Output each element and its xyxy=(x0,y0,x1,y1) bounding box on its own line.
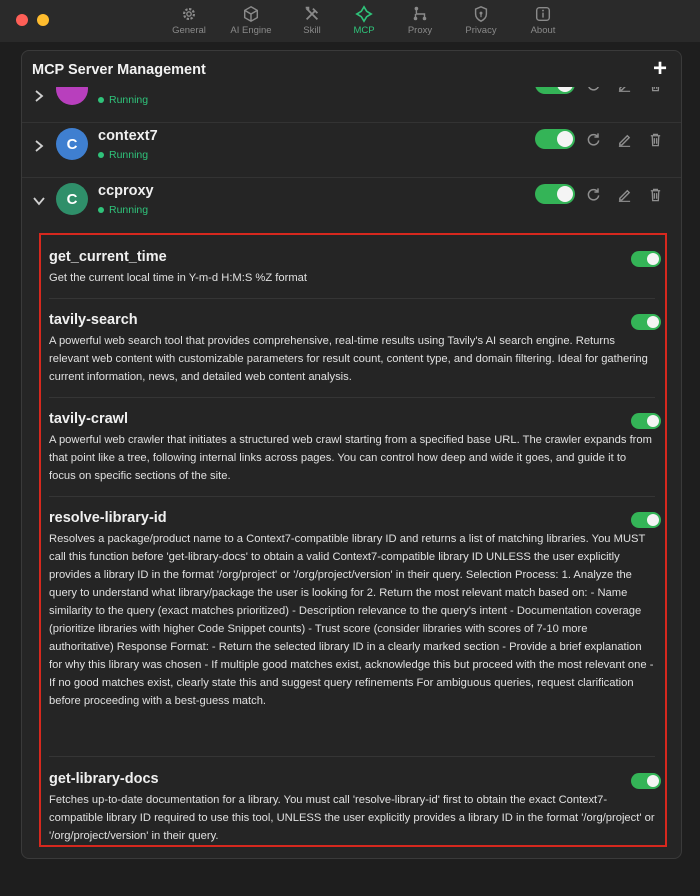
tool-name: tavily-crawl xyxy=(49,411,128,427)
edit-icon[interactable] xyxy=(617,87,632,92)
tab-label: Proxy xyxy=(407,25,433,36)
tab-skill[interactable]: Skill xyxy=(286,5,338,36)
tool-name: get-library-docs xyxy=(49,771,159,787)
tool-description: Resolves a package/product name to a Con… xyxy=(49,533,654,707)
status-dot xyxy=(98,152,104,158)
server-row[interactable]: C context7 Running xyxy=(22,122,681,178)
edit-icon[interactable] xyxy=(617,187,632,202)
restart-icon[interactable] xyxy=(586,132,601,147)
tab-label: About xyxy=(530,25,556,36)
info-icon xyxy=(535,6,551,22)
settings-tabs: General AI Engine Skill MCP Proxy Privac… xyxy=(162,5,574,36)
tools-icon xyxy=(305,6,319,21)
tool-enable-toggle[interactable] xyxy=(631,251,661,267)
status-dot xyxy=(98,97,104,103)
trash-icon[interactable] xyxy=(648,132,663,147)
shield-icon xyxy=(474,6,488,23)
title-bar: General AI Engine Skill MCP Proxy Privac… xyxy=(0,0,700,42)
tool-name: tavily-search xyxy=(49,312,138,328)
tool-description: A powerful web crawler that initiates a … xyxy=(49,434,652,482)
status-badge: Running xyxy=(98,94,148,106)
cube-icon xyxy=(243,5,259,23)
server-enable-toggle[interactable] xyxy=(535,87,575,94)
status-badge: Running xyxy=(98,204,148,216)
server-row[interactable]: Running xyxy=(22,87,681,123)
tool-enable-toggle[interactable] xyxy=(631,512,661,528)
tab-label: General xyxy=(172,25,206,36)
trash-icon[interactable] xyxy=(648,87,663,92)
server-name: context7 xyxy=(98,128,158,144)
tool-item: get_current_time Get the current local t… xyxy=(49,249,661,299)
close-window-button[interactable] xyxy=(16,14,28,26)
chevron-down-icon[interactable] xyxy=(32,194,46,208)
page-title: MCP Server Management xyxy=(32,62,206,78)
chevron-right-icon[interactable] xyxy=(32,89,46,103)
tool-name: get_current_time xyxy=(49,249,167,265)
status-text: Running xyxy=(109,94,149,106)
status-text: Running xyxy=(109,204,149,216)
server-enable-toggle[interactable] xyxy=(535,184,575,204)
mcp-icon xyxy=(355,5,373,23)
tab-about[interactable]: About xyxy=(512,5,574,36)
status-text: Running xyxy=(109,149,149,161)
tab-general[interactable]: General xyxy=(162,5,216,36)
status-badge: Running xyxy=(98,149,148,161)
proxy-icon xyxy=(413,6,427,21)
mcp-server-panel: MCP Server Management + Running C contex… xyxy=(21,50,682,859)
server-enable-toggle[interactable] xyxy=(535,129,575,149)
tool-item: resolve-library-id Resolves a package/pr… xyxy=(49,510,661,757)
server-row-expanded[interactable]: C ccproxy Running xyxy=(22,177,681,232)
avatar: C xyxy=(56,128,88,160)
tool-description: Fetches up-to-date documentation for a l… xyxy=(49,794,655,842)
tool-item: get-library-docs Fetches up-to-date docu… xyxy=(49,771,661,845)
tool-item: tavily-crawl A powerful web crawler that… xyxy=(49,411,661,497)
tab-ai-engine[interactable]: AI Engine xyxy=(216,5,286,36)
edit-icon[interactable] xyxy=(617,132,632,147)
avatar xyxy=(56,87,88,105)
tool-enable-toggle[interactable] xyxy=(631,773,661,789)
tab-label: AI Engine xyxy=(230,25,272,36)
avatar: C xyxy=(56,183,88,215)
tool-enable-toggle[interactable] xyxy=(631,314,661,330)
tab-mcp[interactable]: MCP xyxy=(338,5,390,36)
minimize-window-button[interactable] xyxy=(37,14,49,26)
trash-icon[interactable] xyxy=(648,187,663,202)
server-name: ccproxy xyxy=(98,183,154,199)
tool-name: resolve-library-id xyxy=(49,510,167,526)
server-list: Running C context7 Running C ccproxy Run… xyxy=(22,87,681,858)
restart-icon[interactable] xyxy=(586,87,601,92)
tab-label: Skill xyxy=(303,25,321,36)
tool-item: tavily-search A powerful web search tool… xyxy=(49,312,661,398)
status-dot xyxy=(98,207,104,213)
tab-label: Privacy xyxy=(465,25,497,36)
add-server-button[interactable]: + xyxy=(653,57,667,81)
tool-enable-toggle[interactable] xyxy=(631,413,661,429)
tab-privacy[interactable]: Privacy xyxy=(450,5,512,36)
tool-description: Get the current local time in Y-m-d H:M:… xyxy=(49,272,308,284)
tab-label: MCP xyxy=(353,25,375,36)
chevron-right-icon[interactable] xyxy=(32,139,46,153)
gear-icon xyxy=(182,7,196,21)
tool-description: A powerful web search tool that provides… xyxy=(49,335,648,383)
tool-list: get_current_time Get the current local t… xyxy=(39,233,667,847)
restart-icon[interactable] xyxy=(586,187,601,202)
tab-proxy[interactable]: Proxy xyxy=(390,5,450,36)
